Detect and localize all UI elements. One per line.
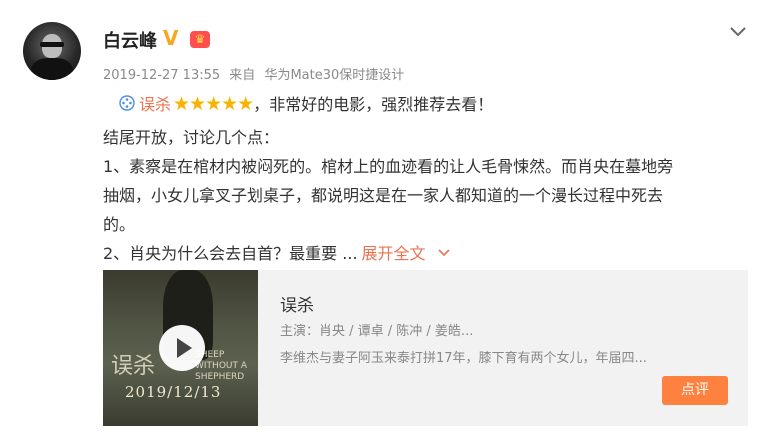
card-cast: 主演：肖央 / 谭卓 / 陈冲 / 姜皓... <box>280 324 474 339</box>
movie-link[interactable]: 误杀 <box>139 95 171 114</box>
review-button[interactable]: 点评 <box>662 376 728 405</box>
source-prefix: 来自 <box>229 68 256 83</box>
post-paragraph: 1、素察是在棺材内被闷死的。棺材上的血迹看的让人毛骨悚然。而肖央在墓地旁 <box>103 157 674 176</box>
post-paragraph: 结尾开放，讨论几个点： <box>103 128 280 147</box>
post-paragraph-truncated: 2、肖央为什么会去自首？最重要 ... 展开全文 <box>103 240 450 264</box>
source-device[interactable]: 华为Mate30保时捷设计 <box>264 68 404 83</box>
crown-icon: ♛ <box>190 31 210 48</box>
avatar-glasses <box>40 42 64 47</box>
poster-date: 2019/12/13 <box>125 383 222 401</box>
chevron-down-icon[interactable] <box>729 22 747 40</box>
avatar-body <box>31 58 73 80</box>
expand-arrow-icon[interactable] <box>437 247 450 259</box>
post-paragraph: 的。 <box>103 215 136 234</box>
rating-line: 误杀 ★★★★★，非常好的电影，强烈推荐去看！ <box>103 91 493 115</box>
timestamp[interactable]: 2019-12-27 13:55 <box>103 68 220 83</box>
rating-stars: ★★★★★ <box>173 93 254 115</box>
verified-icon: V <box>163 26 179 50</box>
rating-text: ，非常好的电影，强烈推荐去看！ <box>253 95 494 114</box>
movie-icon <box>119 95 135 111</box>
avatar[interactable] <box>23 22 81 80</box>
expand-link[interactable]: 展开全文 <box>362 244 426 263</box>
post-meta: 2019-12-27 13:55 来自 华为Mate30保时捷设计 <box>103 64 409 83</box>
poster-subtitle: SHEEP WITHOUT A SHEPHERD <box>195 350 248 382</box>
movie-card[interactable]: 误杀 SHEEP WITHOUT A SHEPHERD 2019/12/13 误… <box>103 270 748 426</box>
card-title[interactable]: 误杀 <box>280 291 314 316</box>
username[interactable]: 白云峰 <box>103 27 157 53</box>
movie-poster[interactable]: 误杀 SHEEP WITHOUT A SHEPHERD 2019/12/13 <box>103 270 258 426</box>
play-icon[interactable] <box>159 325 205 371</box>
poster-title: 误杀 <box>111 354 156 379</box>
card-description: 李维杰与妻子阿玉来泰打拼17年，膝下育有两个女儿，年届四... <box>280 351 647 366</box>
post-paragraph: 2、肖央为什么会去自首？最重要 ... <box>103 244 358 263</box>
post-paragraph: 抽烟，小女儿拿叉子划桌子，都说明这是在一家人都知道的一个漫长过程中死去 <box>103 186 664 205</box>
